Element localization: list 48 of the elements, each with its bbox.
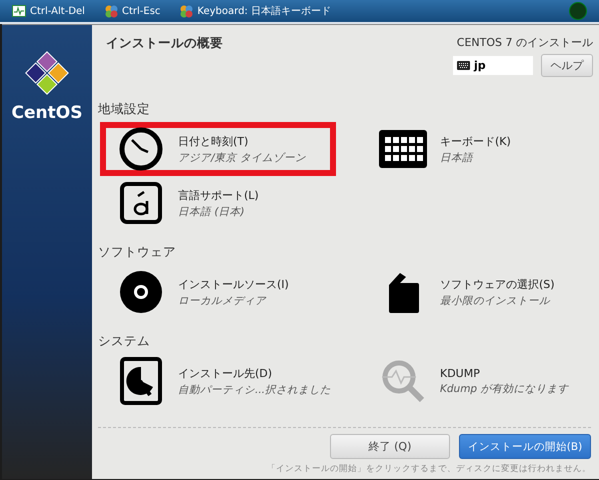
keyboard-icon: [457, 61, 470, 70]
logo-icon: [23, 49, 71, 97]
spoke-status: 最小限のインストール: [440, 294, 552, 308]
quit-button[interactable]: 終了 (Q): [330, 434, 450, 459]
spoke-status: 自動パーティシ...択されました: [178, 382, 332, 396]
spoke-title: 日付と時刻(T): [178, 134, 250, 148]
clock-icon: [118, 126, 164, 172]
taskbar-label[interactable]: Ctrl-Alt-Del: [30, 6, 85, 16]
keyboard-icon: [379, 130, 427, 168]
keyboard-layout-field[interactable]: jp: [453, 56, 533, 75]
spoke-title: ソフトウェアの選択(S): [440, 276, 555, 292]
logo-text: CentOS: [12, 103, 82, 123]
spoke-title: インストール先(D): [178, 366, 274, 380]
spoke-status: 日本語 (日本): [178, 204, 246, 218]
pinwheel-icon: [180, 4, 194, 18]
spoke-tile[interactable]: KDUMP Kdump が有効になります: [362, 354, 598, 408]
status-indicator-icon: [569, 2, 587, 20]
section-heading: ソフトウェア: [98, 244, 177, 261]
spoke-tile[interactable]: ソフトウェアの選択(S) 最小限のインストール: [362, 265, 598, 319]
product-title: CENTOS 7 のインストール: [456, 35, 593, 50]
spoke-status: 日本語: [440, 150, 474, 164]
begin-install-button[interactable]: インストールの開始(B): [459, 434, 591, 459]
help-button[interactable]: ヘルプ: [541, 54, 593, 77]
page-title: インストールの概要: [106, 35, 223, 52]
spoke-status: ローカルメディア: [178, 294, 268, 308]
pinwheel-icon: [104, 4, 118, 18]
footer-note: 「インストールの開始」をクリックするまで、ディスクに変更は行われません。: [266, 463, 591, 476]
spoke-title: インストールソース(I): [178, 276, 289, 292]
highlighted-spoke[interactable]: 日付と時刻(T) アジア/東京 タイムゾーン: [100, 122, 336, 176]
disc-icon: [119, 270, 163, 314]
magnifier-icon: [380, 358, 426, 404]
language-icon: [120, 182, 162, 224]
spoke-title: KDUMP: [440, 366, 481, 380]
spoke-status: アジア/東京 タイムゾーン: [178, 150, 306, 164]
taskbar-label[interactable]: Ctrl-Esc: [122, 6, 160, 16]
spoke-tile[interactable]: インストール先(D) 自動パーティシ...択されました: [100, 354, 336, 408]
keyboard-layout-text: jp: [474, 59, 486, 72]
taskbar-label[interactable]: Keyboard: 日本語キーボード: [197, 4, 331, 18]
spoke-tile[interactable]: 言語サポート(L) 日本語 (日本): [100, 176, 336, 230]
spoke-status: Kdump が有効になります: [440, 382, 568, 396]
section-heading: システム: [98, 333, 151, 350]
spoke-title: 言語サポート(L): [178, 188, 259, 202]
package-icon: [386, 271, 420, 313]
section-heading: 地域設定: [98, 101, 151, 118]
spoke-tile[interactable]: インストールソース(I) ローカルメディア: [100, 265, 336, 319]
spoke-title: キーボード(K): [440, 134, 511, 148]
monitor-icon: [12, 5, 26, 17]
spoke-tile[interactable]: キーボード(K) 日本語: [362, 122, 598, 176]
